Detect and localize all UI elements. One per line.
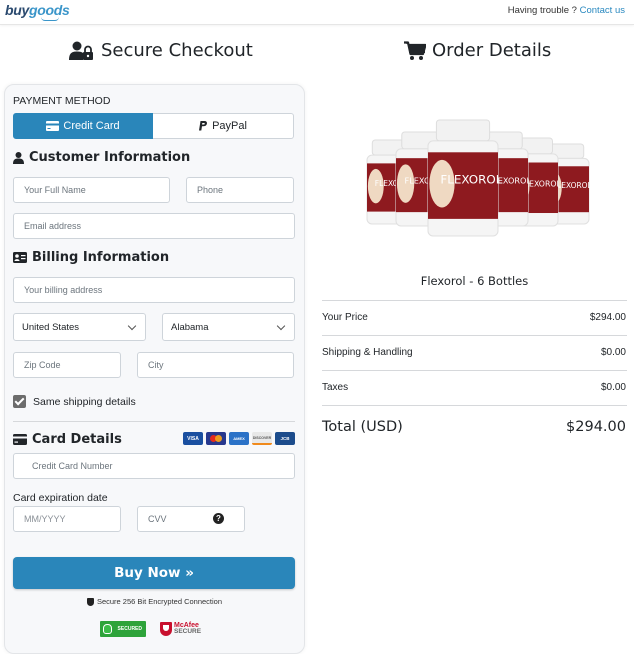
- product-image: FLEXOROL FLEXOROLFLEXOROLFLEXOROL FLEXOROL…: [366, 119, 590, 237]
- your-price-label: Your Price: [322, 312, 368, 323]
- mcafee-secure-badge: McAfee SECURE: [160, 620, 206, 638]
- mastercard-icon: [206, 432, 226, 445]
- user-lock-icon: [69, 41, 93, 60]
- order-divider: [322, 335, 627, 336]
- payment-tab-paypal[interactable]: PayPal: [153, 113, 294, 139]
- phone-input[interactable]: Phone: [186, 177, 294, 203]
- shopping-cart-icon: [404, 40, 426, 60]
- shipping-value: $0.00: [600, 347, 626, 358]
- same-shipping-label[interactable]: Same shipping details: [33, 396, 136, 408]
- logo-text-buy: buy: [5, 2, 29, 18]
- billing-address-input[interactable]: Your billing address: [13, 277, 295, 303]
- card-details-heading: Card Details: [13, 432, 122, 447]
- accepted-cards: VISA AMEX DISCOVER JCB: [183, 432, 295, 445]
- customer-information-heading-text: Customer Information: [29, 150, 191, 165]
- your-price-value: $294.00: [589, 312, 626, 323]
- secure-checkout-title: Secure Checkout: [69, 40, 253, 61]
- total-value: $294.00: [566, 419, 626, 435]
- top-bar: buygoods Having trouble ? Contact us: [0, 0, 634, 25]
- contact-us-link[interactable]: Contact us: [580, 5, 625, 16]
- card-expiration-label: Card expiration date: [13, 492, 108, 504]
- amex-icon: AMEX: [229, 432, 249, 445]
- card-number-input[interactable]: Credit Card Number: [13, 453, 295, 479]
- user-icon: [13, 151, 24, 164]
- credit-card-icon: [13, 434, 27, 445]
- secure-connection-text: Secure 256 Bit Encrypted Connection: [96, 597, 223, 606]
- payment-method-label: PAYMENT METHOD: [13, 95, 111, 107]
- paypal-tab-label: PayPal: [212, 120, 247, 132]
- logo-text-goods: goods: [29, 2, 70, 18]
- chevron-down-icon: [127, 321, 137, 330]
- buygoods-logo[interactable]: buygoods: [5, 2, 70, 21]
- credit-card-icon: [46, 121, 60, 131]
- zip-code-input[interactable]: Zip Code: [13, 352, 121, 378]
- paypal-icon: [199, 121, 208, 131]
- discover-icon: DISCOVER: [252, 432, 272, 445]
- order-divider: [322, 300, 627, 301]
- total-label: Total (USD): [322, 419, 403, 435]
- chevron-down-icon: [276, 321, 286, 330]
- credit-card-tab-label: Credit Card: [63, 120, 120, 132]
- shield-icon: [86, 597, 94, 606]
- visa-icon: VISA: [183, 432, 203, 445]
- order-divider: [322, 370, 627, 371]
- lock-shield-icon: [103, 624, 112, 634]
- section-divider: [13, 421, 295, 422]
- help-text: Having trouble ? Contact us: [508, 5, 625, 16]
- country-select-value: United States: [22, 321, 80, 333]
- trouble-label: Having trouble ?: [507, 5, 580, 16]
- secured-trust-badge: SECURED: [100, 621, 146, 637]
- country-select[interactable]: United States: [13, 313, 146, 341]
- shipping-label: Shipping & Handling: [322, 347, 413, 358]
- state-select-value: Alabama: [171, 321, 209, 333]
- cvv-placeholder: CVV: [148, 514, 167, 524]
- state-select[interactable]: Alabama: [162, 313, 295, 341]
- billing-information-heading: Billing Information: [13, 250, 169, 265]
- customer-information-heading: Customer Information: [13, 150, 190, 165]
- city-input[interactable]: City: [137, 352, 294, 378]
- same-shipping-checkbox[interactable]: [13, 395, 26, 408]
- question-circle-icon[interactable]: ?: [213, 513, 224, 524]
- id-card-icon: [13, 252, 27, 263]
- payment-tab-credit-card[interactable]: Credit Card: [13, 113, 153, 139]
- secured-badge-text: SECURED: [117, 626, 142, 632]
- taxes-value: $0.00: [600, 382, 626, 393]
- secure-connection-note: Secure 256 Bit Encrypted Connection: [0, 597, 309, 606]
- expiration-input[interactable]: MM/YYYY: [13, 506, 121, 532]
- jcb-icon: JCB: [275, 432, 295, 445]
- cvv-input[interactable]: CVV ?: [137, 506, 245, 532]
- logo-smile-icon: [41, 17, 59, 21]
- order-details-title: Order Details: [404, 40, 551, 61]
- buy-now-button[interactable]: Buy Now »: [13, 557, 295, 589]
- secure-checkout-title-text: Secure Checkout: [101, 40, 253, 61]
- order-details-title-text: Order Details: [432, 40, 552, 61]
- order-divider: [322, 405, 627, 406]
- email-input[interactable]: Email address: [13, 213, 295, 239]
- card-details-heading-text: Card Details: [32, 432, 122, 447]
- billing-information-heading-text: Billing Information: [32, 250, 170, 265]
- bottle-label-text: FLEXOROL: [440, 173, 502, 187]
- taxes-label: Taxes: [322, 382, 349, 393]
- product-name: Flexorol - 6 Bottles: [420, 274, 529, 288]
- mcafee-shield-icon: [160, 622, 172, 636]
- full-name-input[interactable]: Your Full Name: [13, 177, 170, 203]
- mcafee-secure-text: SECURE: [174, 628, 202, 636]
